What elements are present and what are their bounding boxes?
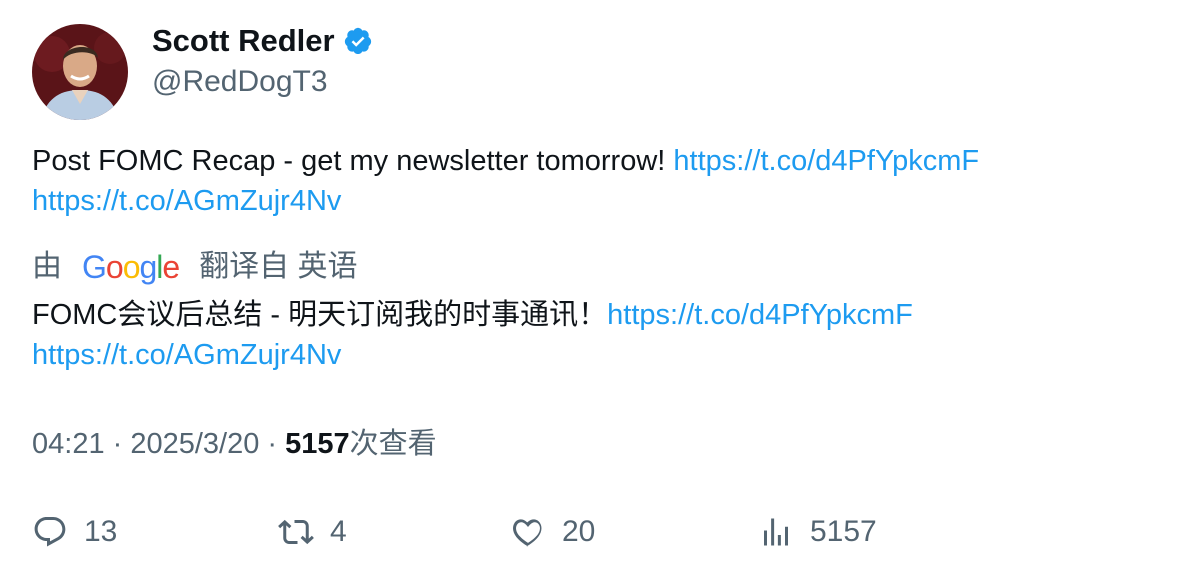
translation-prefix: 由: [32, 250, 62, 283]
views-button[interactable]: 5157: [758, 510, 877, 554]
translated-link-1[interactable]: https://t.co/d4PfYpkcmF: [607, 299, 913, 331]
tweet-meta: 04:21 · 2025/3/20 · 5157次查看: [32, 424, 437, 464]
avatar[interactable]: [32, 24, 128, 120]
google-logo: Google: [82, 249, 180, 285]
retweet-icon: [278, 519, 314, 545]
translated-link-2[interactable]: https://t.co/AGmZujr4Nv: [32, 339, 341, 371]
translation-suffix: 翻译自 英语: [199, 250, 358, 283]
reply-count: 13: [84, 515, 118, 548]
reply-icon: [34, 517, 66, 547]
translated-text: FOMC会议后总结 - 明天订阅我的时事通讯！https://t.co/d4Pf…: [32, 295, 1152, 375]
heart-icon: [513, 519, 542, 547]
tweet-link-2[interactable]: https://t.co/AGmZujr4Nv: [32, 185, 341, 217]
views-count: 5157: [285, 428, 350, 460]
like-button[interactable]: 20: [510, 510, 595, 554]
reply-button[interactable]: 13: [32, 510, 117, 554]
avatar-image: [32, 24, 128, 120]
analytics-icon: [764, 518, 788, 546]
author-handle[interactable]: @RedDogT3: [152, 63, 328, 101]
tweet-body: Post FOMC Recap - get my newsletter tomo…: [32, 145, 674, 177]
translated-body: FOMC会议后总结 - 明天订阅我的时事通讯！: [32, 299, 608, 331]
translation-attribution: 由 Google 翻译自 英语: [32, 246, 358, 288]
like-count: 20: [562, 515, 596, 548]
views-action-count: 5157: [810, 515, 877, 548]
tweet-text: Post FOMC Recap - get my newsletter tomo…: [32, 141, 1152, 221]
action-bar: 13 4 20 5157: [32, 510, 1032, 554]
tweet-time[interactable]: 04:21: [32, 428, 105, 460]
meta-separator: ·: [259, 428, 286, 460]
verified-badge-icon: [343, 26, 373, 56]
author-name-row[interactable]: Scott Redler: [152, 22, 373, 60]
author-name[interactable]: Scott Redler: [152, 22, 335, 60]
retweet-button[interactable]: 4: [278, 510, 347, 554]
meta-separator: ·: [104, 428, 131, 460]
views-label: 次查看: [349, 428, 437, 460]
tweet-date[interactable]: 2025/3/20: [130, 428, 259, 460]
tweet-link-1[interactable]: https://t.co/d4PfYpkcmF: [673, 145, 979, 177]
retweet-count: 4: [330, 515, 347, 548]
